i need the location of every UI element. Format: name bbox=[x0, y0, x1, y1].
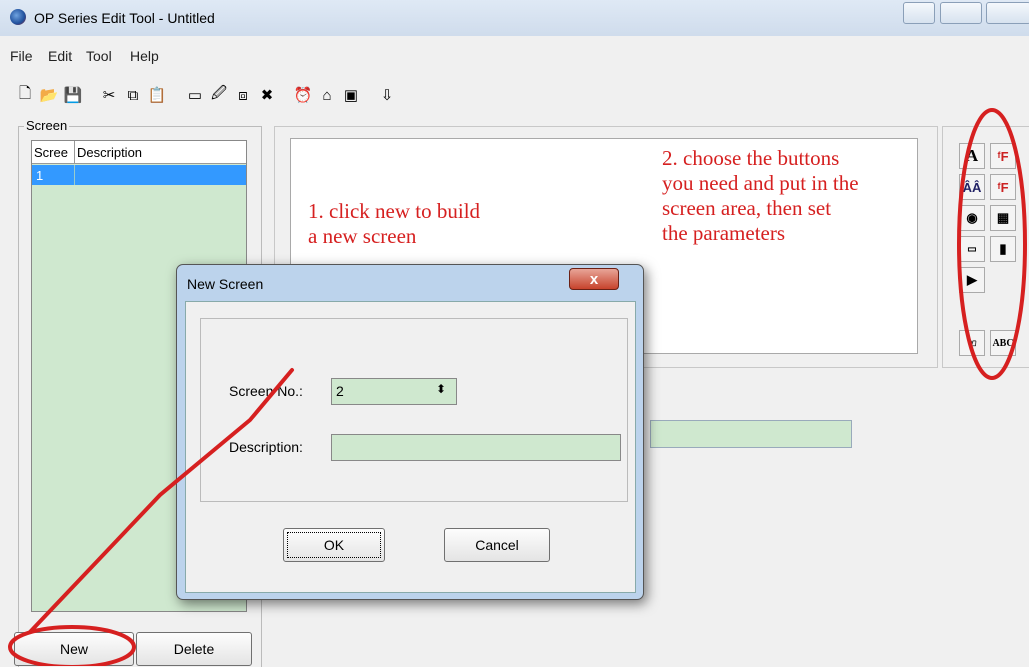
dialog-close-button[interactable]: x bbox=[569, 268, 619, 290]
list-header: Scree Description bbox=[32, 141, 246, 164]
copy-icon[interactable]: ⧉ bbox=[122, 84, 144, 106]
app-globe-icon bbox=[10, 9, 26, 25]
dynamic-text-icon[interactable]: ÂÂ bbox=[959, 174, 985, 200]
description-field[interactable] bbox=[331, 434, 621, 461]
home-icon[interactable]: ⌂ bbox=[316, 84, 338, 106]
play-button-icon[interactable]: ▶ bbox=[959, 267, 985, 293]
screen-edit-icon[interactable]: 🖉 bbox=[208, 84, 230, 106]
new-file-icon[interactable]: 🗋 bbox=[14, 84, 36, 106]
static-text-tool[interactable]: A bbox=[959, 143, 985, 169]
menu-help[interactable]: Help bbox=[130, 48, 159, 64]
dialog-fields-group: Screen No.: 2 ⬍ Description: bbox=[200, 318, 628, 502]
delete-screen-icon[interactable]: ✖ bbox=[256, 84, 278, 106]
minimize-button[interactable] bbox=[903, 2, 935, 24]
menu-file[interactable]: File bbox=[10, 48, 33, 64]
ascii-text-tool[interactable]: ABC bbox=[990, 330, 1016, 356]
menu-edit[interactable]: Edit bbox=[48, 48, 72, 64]
cut-icon[interactable]: ✂ bbox=[98, 84, 120, 106]
column-header-description[interactable]: Description bbox=[77, 145, 142, 160]
door-icon[interactable]: ▮ bbox=[990, 236, 1016, 262]
screen-no-value: 2 bbox=[336, 383, 344, 399]
cancel-button[interactable]: Cancel bbox=[444, 528, 550, 562]
lamp-icon[interactable]: ◉ bbox=[959, 205, 985, 231]
row-screen-no: 1 bbox=[36, 168, 44, 183]
maximize-button[interactable] bbox=[940, 2, 982, 24]
screen-no-spinbox[interactable]: 2 ⬍ bbox=[331, 378, 457, 405]
toolbar: 🗋 📂 💾 ✂ ⧉ 📋 ▭ 🖉 ⧈ ✖ ⏰ ⌂ ▣ ⇩ bbox=[0, 78, 1029, 116]
paste-icon[interactable]: 📋 bbox=[146, 84, 168, 106]
close-window-button[interactable] bbox=[986, 2, 1029, 24]
description-label: Description: bbox=[229, 439, 303, 455]
new-button[interactable]: New bbox=[14, 632, 134, 666]
screen-no-label: Screen No.: bbox=[229, 383, 303, 399]
spin-updown-icon[interactable]: ⬍ bbox=[436, 382, 450, 400]
table-row[interactable]: 1 bbox=[32, 165, 246, 185]
function-key-icon[interactable]: ▣ bbox=[340, 84, 362, 106]
function-text-icon[interactable]: ᶠF bbox=[990, 143, 1016, 169]
hand-pointer-icon[interactable]: ☜ bbox=[959, 330, 985, 356]
column-header-screen[interactable]: Scree bbox=[34, 145, 68, 160]
screen-copy-icon[interactable]: ⧈ bbox=[232, 84, 254, 106]
dialog-body: Screen No.: 2 ⬍ Description: OK Cancel bbox=[185, 301, 636, 593]
menu-tool[interactable]: Tool bbox=[86, 48, 112, 64]
title-bar: OP Series Edit Tool - Untitled bbox=[0, 0, 1029, 36]
annotation-step2-line1: 2. choose the buttons bbox=[662, 146, 840, 170]
bitmap-icon[interactable]: ▦ bbox=[990, 205, 1016, 231]
annotation-step2-line3: screen area, then set bbox=[662, 196, 832, 220]
new-screen-dialog: New Screen x Screen No.: 2 ⬍ Description… bbox=[176, 264, 644, 600]
close-icon: x bbox=[589, 270, 599, 288]
annotation-step2-line4: the parameters bbox=[662, 221, 786, 245]
ok-button[interactable]: OK bbox=[283, 528, 385, 562]
annotation-step1-line1: 1. click new to build bbox=[308, 199, 481, 223]
menu-bar: File Edit Tool Help bbox=[0, 44, 1029, 68]
annotation-step1-line2: a new screen bbox=[308, 224, 417, 248]
dialog-title: New Screen bbox=[187, 276, 264, 292]
window-title: OP Series Edit Tool - Untitled bbox=[34, 10, 215, 26]
numeric-display-icon[interactable]: ▭ bbox=[959, 236, 985, 262]
function-key-tool-icon[interactable]: ᶠF bbox=[990, 174, 1016, 200]
screen-group-label: Screen bbox=[24, 118, 70, 133]
rectangle-icon[interactable]: ▭ bbox=[184, 84, 206, 106]
screen-description-field[interactable] bbox=[650, 420, 852, 448]
save-icon[interactable]: 💾 bbox=[62, 84, 84, 106]
open-folder-icon[interactable]: 📂 bbox=[38, 84, 60, 106]
delete-button[interactable]: Delete bbox=[136, 632, 252, 666]
alarm-clock-icon[interactable]: ⏰ bbox=[292, 84, 314, 106]
annotation-step2-line2: you need and put in the bbox=[662, 171, 859, 195]
download-icon[interactable]: ⇩ bbox=[376, 84, 398, 106]
